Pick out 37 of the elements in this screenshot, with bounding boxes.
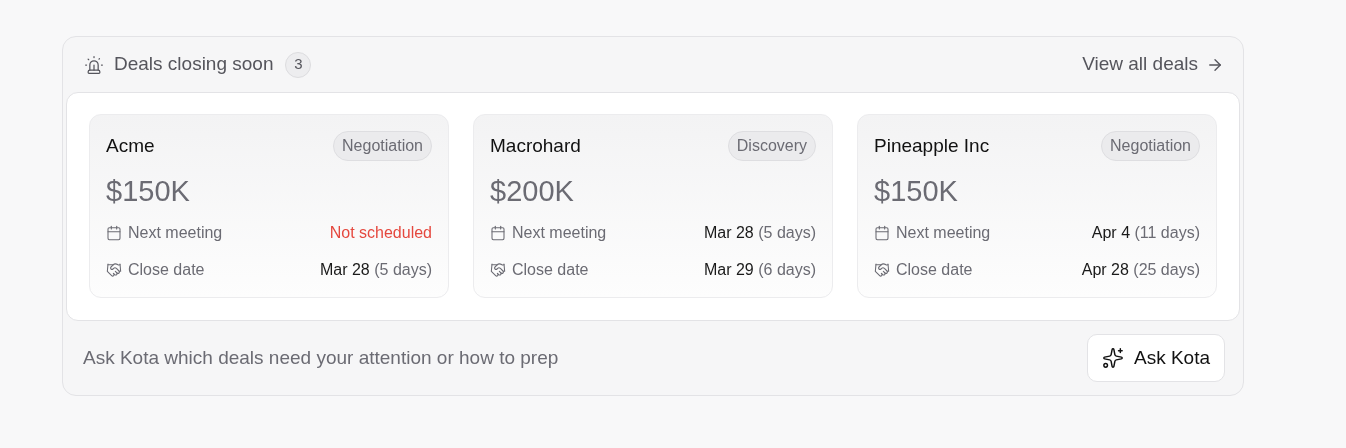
row-value: Mar 28 (5 days) [703, 223, 816, 243]
deal-name: Acme [106, 133, 155, 158]
deal-card[interactable]: Pineapple Inc Negotiation $150K Next meeting Apr 4 (11 days) Close date Apr 28 (25 days) [857, 114, 1217, 298]
calendar-icon [106, 225, 122, 241]
handshake-icon [874, 262, 890, 278]
ask-prompt: Ask Kota which deals need your attention or how to prep [83, 345, 559, 370]
row-value: Mar 28 (5 days) [319, 260, 432, 280]
siren-icon [84, 54, 104, 75]
row-value: Apr 4 (11 days) [1091, 223, 1200, 243]
deal-card[interactable]: Acme Negotiation $150K Next meeting Not scheduled Close date Mar 28 (5 days) [89, 114, 449, 298]
view-all-link[interactable]: View all deals [1082, 50, 1224, 79]
handshake-icon [106, 262, 122, 278]
stage-tag: Discovery [727, 131, 816, 161]
row-label: Close date [128, 260, 205, 280]
deal-amount: $200K [490, 174, 575, 209]
row-value: Apr 28 (25 days) [1081, 260, 1200, 280]
deal-card[interactable]: Macrohard Discovery $200K Next meeting Mar 28 (5 days) Close date Mar 29 (6 days) [473, 114, 833, 298]
calendar-icon [490, 225, 506, 241]
row-label: Next meeting [512, 223, 607, 243]
stage-tag: Negotiation [333, 131, 432, 161]
count-badge: 3 [285, 51, 312, 78]
deal-amount: $150K [874, 174, 959, 209]
row-label: Next meeting [896, 223, 991, 243]
deal-amount: $150K [106, 174, 191, 209]
row-value: Mar 29 (6 days) [703, 260, 816, 280]
calendar-icon [874, 225, 890, 241]
stage-tag: Negotiation [1101, 131, 1200, 161]
ask-kota-button[interactable]: Ask Kota [1086, 334, 1225, 382]
row-value: Not scheduled [329, 223, 432, 243]
panel-title: Deals closing soon [114, 52, 274, 77]
row-label: Close date [896, 260, 973, 280]
deal-name: Macrohard [490, 133, 581, 158]
row-label: Next meeting [128, 223, 223, 243]
deal-name: Pineapple Inc [874, 133, 990, 158]
sparkles-icon [1101, 347, 1124, 369]
handshake-icon [490, 262, 506, 278]
row-label: Close date [512, 260, 589, 280]
